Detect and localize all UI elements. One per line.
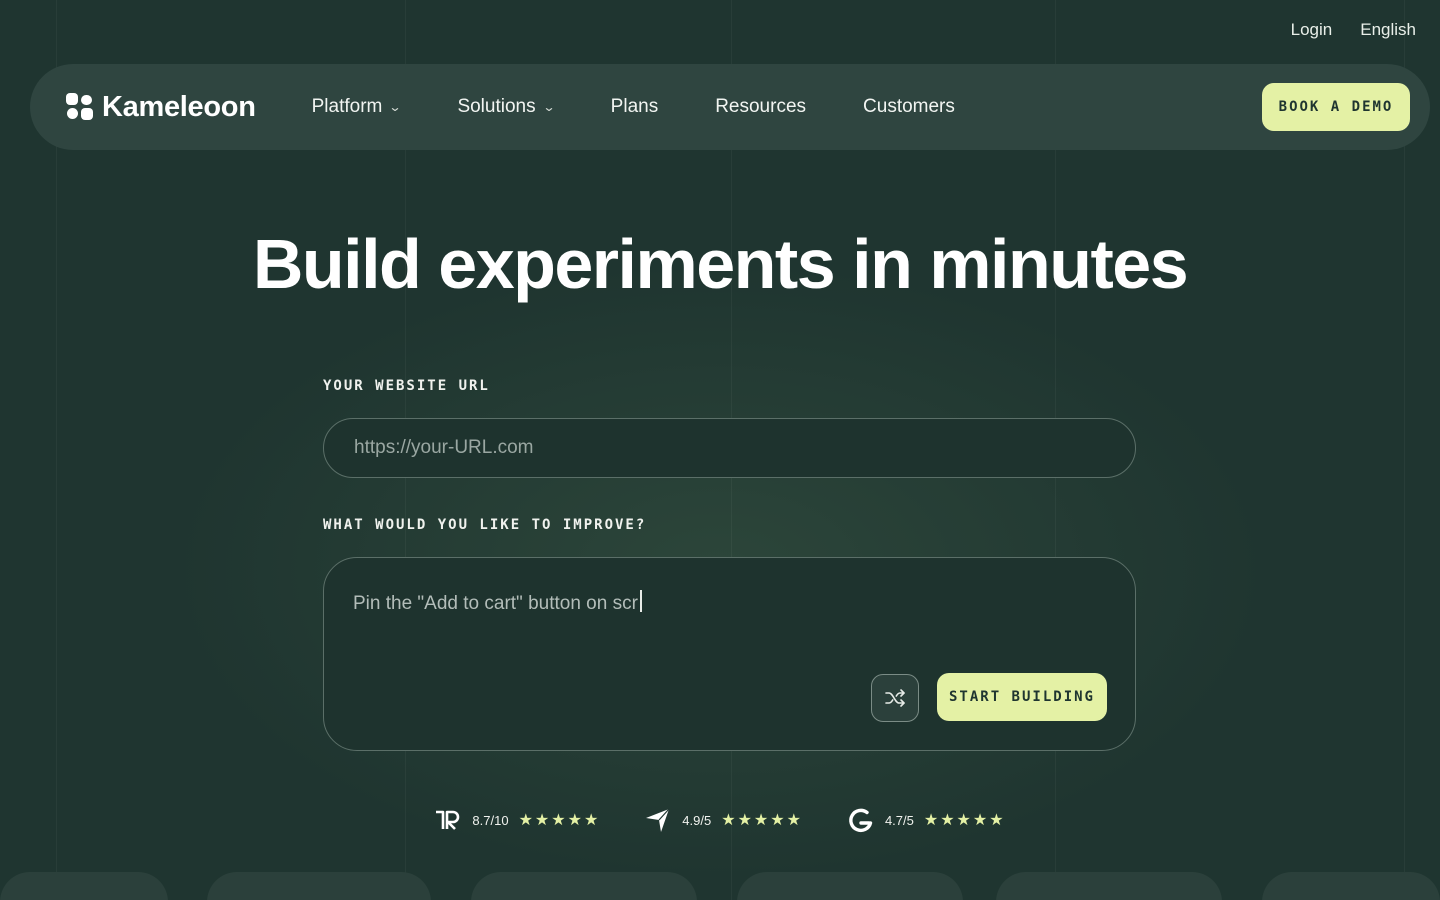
start-building-button[interactable]: START BUILDING: [937, 673, 1107, 721]
main-navigation: Kameleoon Platform ⌄ Solutions ⌄ Plans R…: [30, 64, 1430, 150]
shuffle-button[interactable]: [871, 674, 919, 722]
nav-item-plans[interactable]: Plans: [611, 96, 659, 118]
feature-card[interactable]: [1262, 872, 1440, 900]
rating-score: 4.9/5: [682, 812, 712, 828]
url-field-label: YOUR WEBSITE URL: [323, 378, 490, 394]
chevron-down-icon: ⌄: [388, 100, 402, 114]
book-demo-button[interactable]: BOOK A DEMO: [1262, 83, 1410, 131]
brand-name: Kameleoon: [102, 90, 256, 123]
improve-textarea-text: Pin the "Add to cart" button on scr: [353, 590, 642, 615]
improve-text-value: Pin the "Add to cart" button on scr: [353, 593, 638, 614]
rating-score: 8.7/10: [472, 812, 509, 828]
nav-item-label: Solutions: [457, 96, 536, 117]
nav-item-platform[interactable]: Platform ⌄: [311, 96, 402, 118]
shuffle-icon: [885, 689, 905, 707]
feature-card[interactable]: [737, 872, 963, 900]
feature-card[interactable]: [0, 872, 168, 900]
nav-menu: Platform ⌄ Solutions ⌄ Plans Resources C…: [312, 96, 1012, 118]
login-link[interactable]: Login: [1291, 20, 1333, 40]
chevron-down-icon: ⌄: [542, 100, 556, 114]
trustradius-logo-icon: [434, 806, 462, 834]
nav-item-label: Resources: [715, 96, 807, 117]
ratings-row: 8.7/10 ★★★★★ 4.9/5 ★★★★★ 4.7/5 ★★★★★: [0, 806, 1440, 834]
feature-card[interactable]: [471, 872, 697, 900]
rating-score: 4.7/5: [884, 812, 914, 828]
feature-card[interactable]: [996, 872, 1222, 900]
star-rating-icon: ★★★★★: [721, 812, 803, 829]
improve-field-label: WHAT WOULD YOU LIKE TO IMPROVE?: [323, 517, 647, 533]
page-title: Build experiments in minutes: [252, 225, 1189, 303]
nav-item-customers[interactable]: Customers: [863, 96, 955, 118]
website-url-input[interactable]: [323, 418, 1136, 478]
kameleoon-logo-icon: [66, 93, 94, 121]
improve-textarea[interactable]: Pin the "Add to cart" button on scr STAR…: [323, 557, 1136, 751]
star-rating-icon: ★★★★★: [518, 812, 601, 829]
capterra-logo-icon: [644, 806, 672, 834]
rating-trustradius: 8.7/10 ★★★★★: [434, 806, 600, 834]
nav-item-label: Platform: [311, 96, 383, 117]
rating-capterra: 4.9/5 ★★★★★: [644, 806, 803, 834]
nav-item-label: Customers: [863, 96, 955, 117]
rating-g2: 4.7/5 ★★★★★: [847, 806, 1006, 834]
g2-logo-icon: [847, 806, 875, 834]
feature-card[interactable]: [207, 872, 431, 900]
star-rating-icon: ★★★★★: [923, 812, 1006, 829]
brand-logo[interactable]: Kameleoon: [66, 91, 256, 124]
text-caret: [639, 590, 642, 612]
language-selector[interactable]: English: [1360, 20, 1416, 40]
nav-item-solutions[interactable]: Solutions ⌄: [457, 96, 556, 118]
top-utility-bar: Login English: [1291, 20, 1416, 40]
nav-item-label: Plans: [610, 96, 659, 117]
nav-item-resources[interactable]: Resources: [715, 96, 806, 118]
